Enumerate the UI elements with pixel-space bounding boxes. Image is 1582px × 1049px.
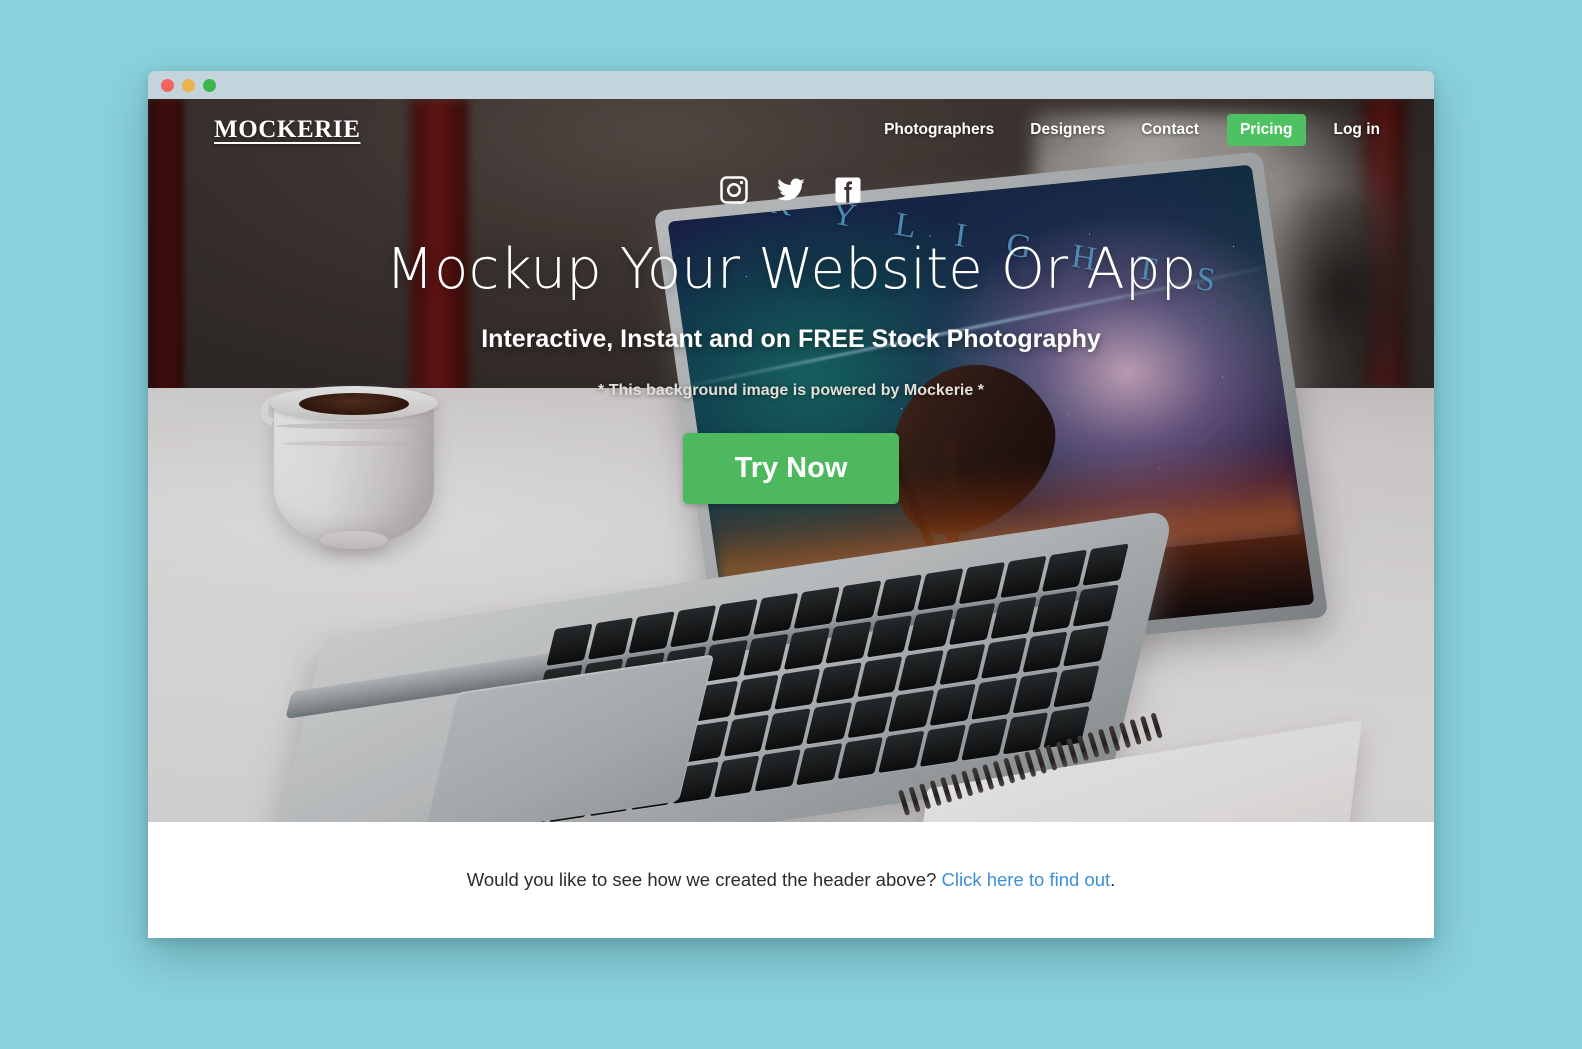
social-links [148,175,1434,205]
twitter-icon[interactable] [776,175,806,205]
instagram-icon[interactable] [719,175,749,205]
facebook-icon[interactable] [833,175,863,205]
window-title-bar [148,71,1434,99]
brand-logo[interactable]: MOCKERIE [214,116,360,144]
hero-section: S K Y L I G H T S MOCKERIE Photographers… [148,99,1434,822]
minimize-button[interactable] [182,78,195,92]
footer-band: Would you like to see how we created the… [148,822,1434,938]
footer-text: Would you like to see how we created the… [467,869,1116,891]
hero-attribution-note: * This background image is powered by Mo… [598,381,984,399]
try-now-button[interactable]: Try Now [682,432,900,504]
hero-subtitle: Interactive, Instant and on FREE Stock P… [481,324,1101,353]
footer-link[interactable]: Click here to find out [942,869,1111,890]
hero-title: Mockup Your Website Or App [385,237,1197,302]
nav-link-pricing[interactable]: Pricing [1226,114,1306,146]
close-button[interactable] [161,78,174,92]
browser-window: S K Y L I G H T S MOCKERIE Photographers… [148,71,1434,938]
nav-link-designers[interactable]: Designers [1012,114,1123,146]
nav-link-contact[interactable]: Contact [1123,114,1217,146]
nav-link-login[interactable]: Log in [1316,114,1399,146]
site-navigation: MOCKERIE Photographers Designers Contact… [148,99,1434,161]
nav-links: Photographers Designers Contact Pricing … [866,114,1398,146]
footer-text-after: . [1110,869,1116,890]
footer-text-before: Would you like to see how we created the… [466,869,937,890]
maximize-button[interactable] [203,78,216,92]
nav-link-photographers[interactable]: Photographers [866,114,1012,146]
